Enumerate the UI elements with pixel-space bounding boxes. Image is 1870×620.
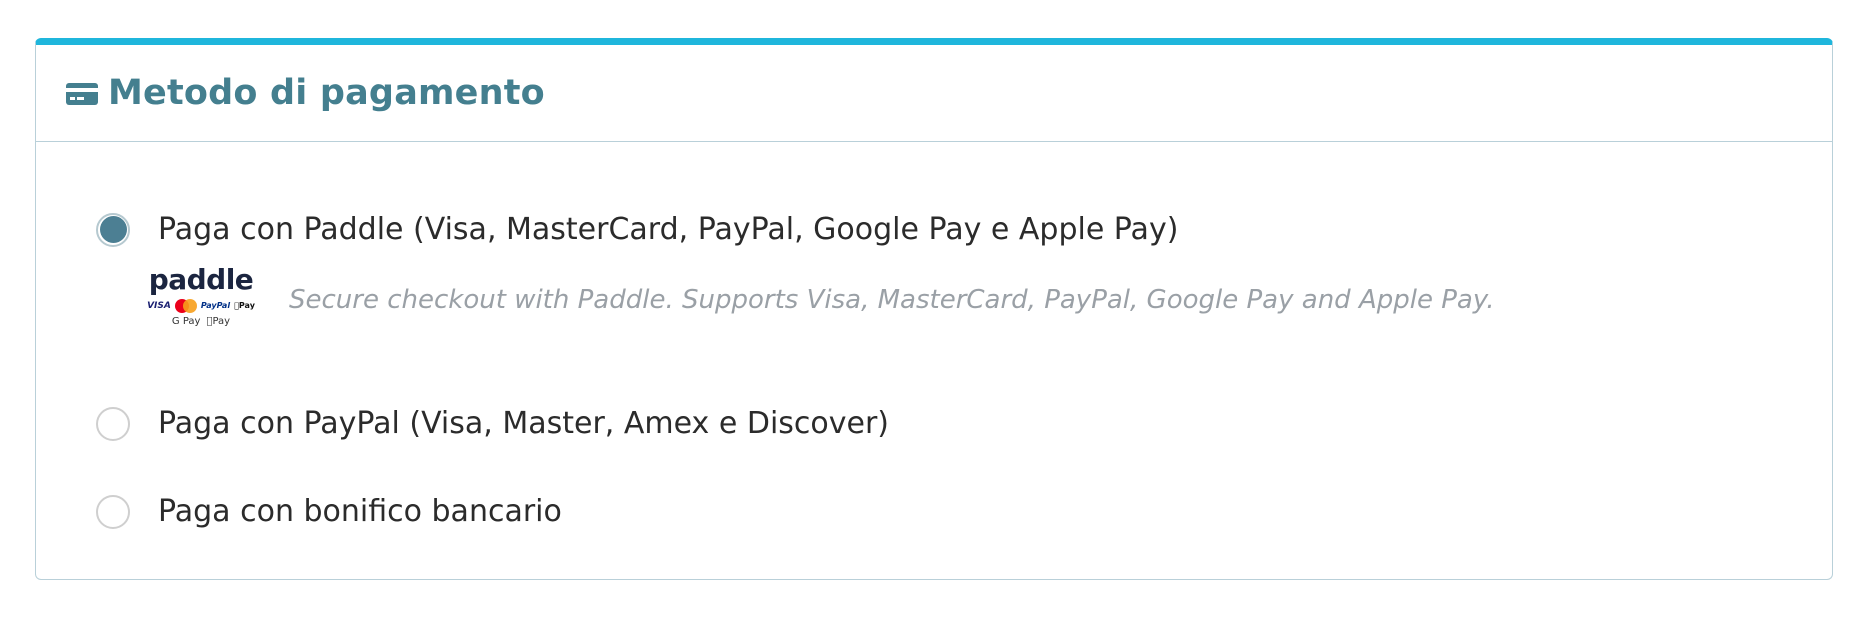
paddle-logo: paddle: [148, 263, 254, 296]
radio-paddle[interactable]: [96, 212, 130, 247]
apple-pay-logo-top: Pay: [234, 301, 255, 310]
credit-card-icon: [66, 83, 98, 105]
payment-wallets-row: G Pay Pay: [172, 316, 230, 328]
apple-pay-logo: Pay: [206, 316, 230, 327]
paddle-description: Secure checkout with Paddle. Supports Vi…: [289, 285, 1495, 315]
google-pay-logo: G Pay: [171, 316, 201, 327]
visa-logo: VISA: [147, 301, 171, 311]
panel-header: Metodo di pagamento: [36, 45, 1832, 142]
radio-paypal[interactable]: [96, 406, 130, 441]
payment-option-paddle[interactable]: Paga con Paddle (Visa, MasterCard, PayPa…: [96, 212, 1178, 247]
panel-title: Metodo di pagamento: [108, 73, 545, 113]
payment-option-paypal[interactable]: Paga con PayPal (Visa, Master, Amex e Di…: [96, 406, 889, 441]
payment-option-bank-transfer[interactable]: Paga con bonifico bancario: [96, 494, 562, 529]
paypal-logo: PayPal: [200, 301, 231, 310]
option-label-paddle[interactable]: Paga con Paddle (Visa, MasterCard, PayPa…: [158, 212, 1178, 247]
payment-brands-row: VISA PayPal Pay: [147, 299, 255, 313]
option-label-paypal[interactable]: Paga con PayPal (Visa, Master, Amex e Di…: [158, 406, 889, 441]
paddle-info: paddle VISA PayPal Pay G Pay Pay Secur…: [141, 265, 1494, 335]
paddle-badge: paddle VISA PayPal Pay G Pay Pay: [141, 265, 261, 335]
option-label-bank-transfer[interactable]: Paga con bonifico bancario: [158, 494, 562, 529]
mastercard-icon: [174, 299, 197, 313]
radio-bank-transfer[interactable]: [96, 494, 130, 529]
payment-method-panel: Metodo di pagamento Paga con Paddle (Vis…: [35, 38, 1833, 580]
